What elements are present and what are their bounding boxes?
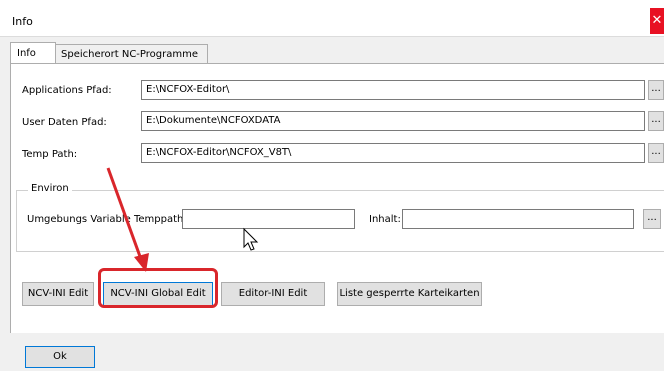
app-path-browse-button[interactable]: ... (648, 80, 664, 100)
ok-button[interactable]: Ok (25, 346, 95, 368)
inhalt-browse-button[interactable]: ... (643, 209, 661, 229)
temp-path-label: Temp Path: (22, 149, 78, 160)
close-icon: ✕ (651, 13, 663, 28)
inhalt-label: Inhalt: (369, 214, 401, 225)
user-path-browse-button[interactable]: ... (648, 111, 664, 131)
user-path-field[interactable]: E:\Dokumente\NCFOXDATA (141, 111, 645, 131)
close-button[interactable]: ✕ (650, 8, 664, 34)
editor-ini-edit-button[interactable]: Editor-INI Edit (221, 282, 325, 306)
window-title: Info (12, 15, 33, 28)
environ-legend: Environ (28, 183, 72, 194)
inhalt-field[interactable] (402, 209, 634, 229)
tab-speicherort[interactable]: Speicherort NC-Programme (54, 44, 208, 65)
temp-path-field[interactable]: E:\NCFOX-Editor\NCFOX_V8T\ (141, 143, 645, 163)
app-path-label: Applications Pfad: (22, 85, 112, 96)
tab-info[interactable]: Info (10, 42, 56, 65)
env-variable-label: Umgebungs Variable Temppath: (27, 214, 187, 225)
user-path-label: User Daten Pfad: (22, 117, 107, 128)
highlight-box (98, 268, 218, 308)
title-bar: Info ✕ (0, 0, 664, 37)
ncv-ini-edit-button[interactable]: NCV-INI Edit (22, 282, 94, 306)
app-path-field[interactable]: E:\NCFOX-Editor\ (141, 80, 645, 100)
info-dialog: Info ✕ Speicherort NC-Programme Info App… (0, 0, 664, 371)
liste-gesperrte-karteikarten-button[interactable]: Liste gesperrte Karteikarten (337, 282, 482, 306)
env-variable-field[interactable] (182, 209, 355, 229)
temp-path-browse-button[interactable]: ... (648, 143, 664, 163)
